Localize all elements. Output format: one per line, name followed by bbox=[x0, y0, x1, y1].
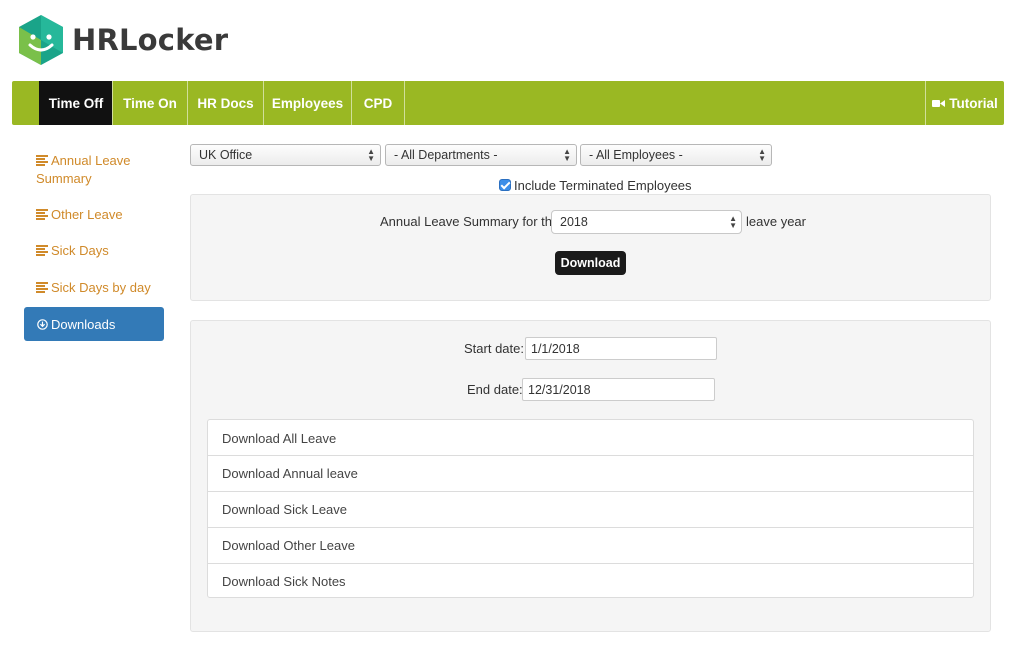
tab-cpd[interactable]: CPD bbox=[351, 81, 405, 125]
leave-year-select[interactable]: 2018 ▲ ▼ bbox=[551, 210, 742, 234]
list-icon bbox=[36, 209, 48, 220]
download-link-label: Download Sick Leave bbox=[222, 502, 348, 517]
select-arrows-icon: ▲ ▼ bbox=[729, 214, 737, 230]
tutorial-button[interactable]: Tutorial bbox=[925, 81, 1004, 125]
download-link-label: Download Annual leave bbox=[222, 466, 358, 481]
end-date-input[interactable]: 12/31/2018 bbox=[522, 378, 715, 401]
tab-label: Time On bbox=[123, 95, 177, 111]
leave-year-value: 2018 bbox=[560, 215, 588, 229]
sidebar-item-label: Summary bbox=[36, 171, 92, 186]
tab-label: Employees bbox=[271, 95, 344, 111]
sidebar-item-downloads[interactable]: Downloads bbox=[24, 307, 164, 341]
employee-select[interactable]: - All Employees - ▲ ▼ bbox=[580, 144, 772, 166]
main-navbar: Time Off Time On HR Docs Employees CPD T… bbox=[12, 81, 1004, 125]
sidebar-item-sick-days-by-day[interactable]: Sick Days by day bbox=[36, 279, 151, 297]
hrlocker-logo-icon bbox=[19, 15, 63, 65]
summary-label: Annual Leave Summary for the bbox=[380, 214, 560, 229]
select-arrows-icon: ▲ ▼ bbox=[367, 147, 375, 163]
download-link-label: Download All Leave bbox=[222, 430, 337, 446]
download-circle-icon bbox=[37, 318, 48, 330]
tab-label: Time Off bbox=[48, 95, 104, 111]
download-summary-button[interactable]: Download bbox=[555, 251, 626, 275]
office-select-value: UK Office bbox=[199, 148, 253, 162]
tutorial-label: Tutorial bbox=[949, 95, 998, 111]
include-terminated-label: Include Terminated Employees bbox=[514, 177, 692, 193]
download-other-leave-link[interactable]: Download Other Leave bbox=[208, 527, 973, 563]
tab-label: HR Docs bbox=[197, 95, 254, 111]
video-camera-icon bbox=[932, 99, 946, 107]
end-date-value: 12/31/2018 bbox=[528, 382, 591, 397]
download-all-leave-link[interactable]: Download All Leave bbox=[208, 420, 973, 456]
end-date-label: End date: bbox=[467, 382, 523, 397]
app-name: HRLocker bbox=[72, 23, 229, 57]
start-date-label: Start date: bbox=[464, 341, 524, 356]
tab-employees[interactable]: Employees bbox=[263, 81, 351, 125]
include-terminated-checkbox[interactable] bbox=[499, 179, 511, 191]
download-sick-notes-link[interactable]: Download Sick Notes bbox=[208, 563, 973, 599]
tab-time-on[interactable]: Time On bbox=[112, 81, 187, 125]
select-arrows-icon: ▲ ▼ bbox=[758, 147, 766, 163]
sidebar-item-sick-days[interactable]: Sick Days bbox=[36, 242, 109, 260]
list-icon bbox=[36, 155, 48, 166]
list-icon bbox=[36, 282, 48, 293]
sidebar-item-label: Annual Leave bbox=[51, 153, 131, 168]
app-logo[interactable]: HRLocker bbox=[16, 12, 228, 68]
department-select[interactable]: - All Departments - ▲ ▼ bbox=[385, 144, 577, 166]
select-arrows-icon: ▲ ▼ bbox=[563, 147, 571, 163]
sidebar-item-label: Sick Days bbox=[51, 243, 109, 258]
download-annual-leave-link[interactable]: Download Annual leave bbox=[208, 455, 973, 491]
sidebar-item-label: Downloads bbox=[51, 316, 116, 332]
sidebar-item-other-leave[interactable]: Other Leave bbox=[36, 206, 123, 224]
department-select-value: - All Departments - bbox=[394, 148, 498, 162]
tab-time-off[interactable]: Time Off bbox=[39, 81, 112, 125]
employee-select-value: - All Employees - bbox=[589, 148, 683, 162]
download-link-label: Download Sick Notes bbox=[222, 574, 346, 589]
download-links-list: Download All Leave Download Annual leave… bbox=[207, 419, 974, 598]
sidebar-item-label: Other Leave bbox=[51, 207, 123, 222]
list-icon bbox=[36, 245, 48, 256]
download-sick-leave-link[interactable]: Download Sick Leave bbox=[208, 491, 973, 527]
tab-hr-docs[interactable]: HR Docs bbox=[187, 81, 263, 125]
sidebar-item-annual-leave-summary[interactable]: Annual Leave Summary bbox=[36, 152, 131, 188]
start-date-input[interactable]: 1/1/2018 bbox=[525, 337, 717, 360]
office-select[interactable]: UK Office ▲ ▼ bbox=[190, 144, 381, 166]
start-date-value: 1/1/2018 bbox=[531, 341, 580, 356]
tab-label: CPD bbox=[363, 95, 393, 111]
leave-year-label: leave year bbox=[746, 214, 806, 229]
sidebar-item-label: Sick Days by day bbox=[51, 280, 151, 295]
include-terminated-toggle[interactable]: Include Terminated Employees bbox=[499, 176, 692, 194]
download-link-label: Download Other Leave bbox=[222, 538, 355, 553]
